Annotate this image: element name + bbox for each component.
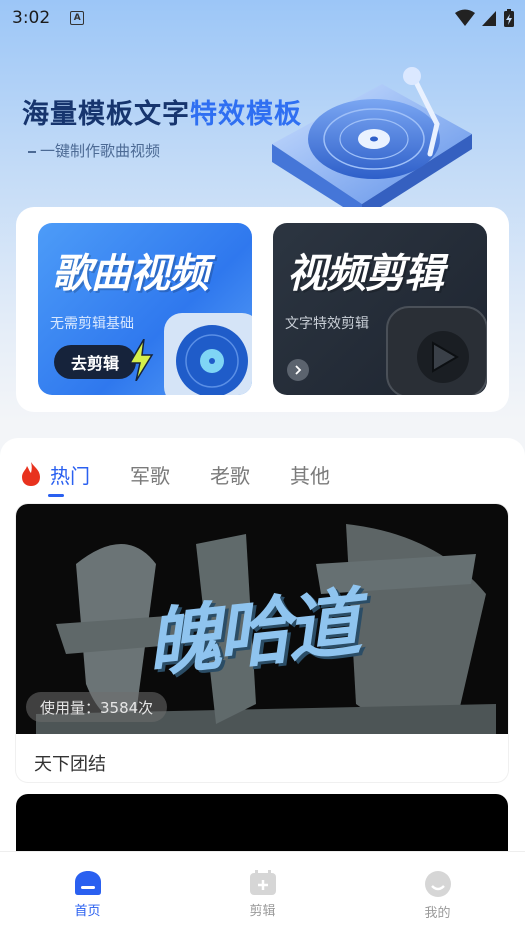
hero-title-main: 海量模板文字 bbox=[22, 99, 190, 130]
fire-icon bbox=[22, 462, 40, 486]
keyboard-icon: A bbox=[70, 11, 85, 25]
template-thumbnail: 魄哈道 使用量：3584次 bbox=[16, 504, 508, 734]
tab-other[interactable]: 其他 bbox=[290, 460, 330, 489]
turntable-illustration-icon bbox=[272, 67, 472, 219]
play-box-icon bbox=[386, 306, 487, 395]
go-edit-button[interactable]: 去剪辑 bbox=[54, 345, 136, 379]
video-edit-subtitle: 文字特效剪辑 bbox=[285, 316, 369, 332]
chevron-right-icon[interactable] bbox=[287, 359, 309, 381]
video-edit-tile[interactable]: 视频剪辑 文字特效剪辑 bbox=[273, 223, 487, 395]
nav-home[interactable]: 首页 bbox=[0, 852, 175, 933]
signal-icon bbox=[482, 11, 496, 26]
usage-badge: 使用量：3584次 bbox=[26, 692, 168, 722]
edit-icon bbox=[249, 870, 276, 895]
category-tabs: 热门 军歌 老歌 其他 bbox=[20, 454, 370, 497]
tab-hot[interactable]: 热门 bbox=[48, 460, 90, 497]
nav-edit[interactable]: 剪辑 bbox=[175, 852, 350, 933]
nav-edit-label: 剪辑 bbox=[249, 904, 276, 919]
video-edit-title: 视频剪辑 bbox=[287, 251, 444, 297]
nav-profile-label: 我的 bbox=[424, 906, 451, 921]
status-icons bbox=[455, 8, 515, 28]
song-video-subtitle: 无需剪辑基础 bbox=[50, 316, 134, 332]
template-title: 天下团结 bbox=[34, 754, 106, 775]
template-card[interactable]: 魄哈道 使用量：3584次 天下团结 bbox=[16, 504, 508, 782]
thumbnail-art-text: 魄哈道 bbox=[142, 580, 361, 688]
song-video-tile[interactable]: 歌曲视频 无需剪辑基础 去剪辑 bbox=[38, 223, 252, 395]
hero-banner[interactable]: 海量模板文字特效模板 一键制作歌曲视频 bbox=[0, 40, 525, 219]
status-time: 3:02 bbox=[12, 8, 51, 28]
lightning-icon bbox=[128, 339, 154, 381]
profile-icon bbox=[424, 871, 451, 897]
wifi-icon bbox=[455, 9, 475, 26]
vinyl-player-icon bbox=[164, 313, 252, 395]
battery-icon bbox=[504, 9, 514, 27]
entry-card: 歌曲视频 无需剪辑基础 去剪辑 视频剪辑 文字特效剪辑 bbox=[16, 207, 509, 412]
hero-title: 海量模板文字特效模板 bbox=[22, 92, 302, 131]
nav-profile[interactable]: 我的 bbox=[350, 852, 525, 933]
nav-home-label: 首页 bbox=[74, 904, 101, 919]
status-bar: 3:02 A bbox=[0, 0, 525, 36]
tab-oldies[interactable]: 老歌 bbox=[210, 460, 250, 489]
hero-subtitle: 一键制作歌曲视频 bbox=[28, 140, 160, 161]
song-video-title: 歌曲视频 bbox=[52, 251, 209, 297]
bottom-nav: 首页 剪辑 我的 bbox=[0, 851, 525, 933]
tab-military[interactable]: 军歌 bbox=[130, 460, 170, 489]
home-icon bbox=[74, 871, 101, 895]
